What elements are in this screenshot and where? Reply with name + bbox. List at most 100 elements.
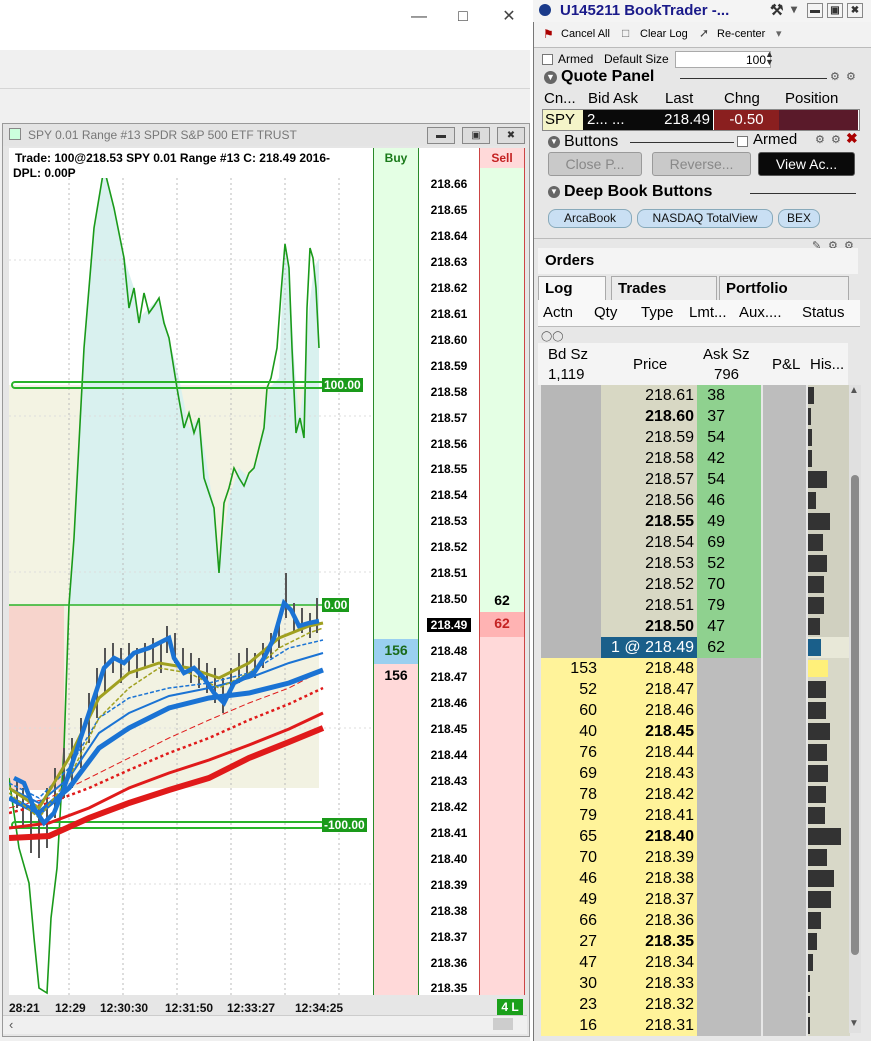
bid-size-cell[interactable]: 70 [541,847,601,868]
collapse-icon[interactable]: ▼ [544,71,557,84]
ladder-col-ask[interactable]: Ask Sz [703,346,750,363]
order-count-badge[interactable]: 4 L [497,999,523,1015]
bex-button[interactable]: BEX [778,209,820,228]
tab-log[interactable]: Log [538,276,606,300]
ask-size-cell[interactable] [697,973,761,994]
close-position-button[interactable]: Close P... [548,152,642,176]
collapse-icon[interactable]: ▼ [548,136,560,148]
ask-size-cell[interactable] [697,910,761,931]
bid-size-cell[interactable]: 23 [541,994,601,1015]
maximize-icon[interactable]: □ [443,6,483,28]
bid-size-cell[interactable] [541,490,601,511]
ladder-row[interactable]: 65 218.40 [538,826,850,847]
ask-size-cell[interactable]: 79 [697,595,761,616]
ask-size-cell[interactable]: 70 [697,574,761,595]
bid-size-cell[interactable]: 30 [541,973,601,994]
ladder-col-price[interactable]: Price [633,356,667,373]
arcabook-button[interactable]: ArcaBook [548,209,632,228]
bid-size-cell[interactable] [541,385,601,406]
price-cell[interactable]: 218.44 [601,742,697,763]
quote-row[interactable]: SPY 2... ... 218.49 -0.50 [542,109,860,131]
bid-size-cell[interactable]: 78 [541,784,601,805]
recenter-button[interactable]: Re-center [717,28,765,40]
chart-close-button[interactable]: ✖ [497,127,525,144]
orders-col-limit[interactable]: Lmt... [689,304,727,321]
ask-size-cell[interactable]: 52 [697,553,761,574]
clear-log-button[interactable]: Clear Log [640,28,688,40]
panel-settings-icon[interactable]: ⚙ [830,70,840,83]
ask-size-cell[interactable] [697,658,761,679]
chart-h-scrollbar[interactable]: ‹ [3,1015,527,1034]
bid-size-cell[interactable]: 60 [541,700,601,721]
price-cell[interactable]: 1 @ 218.49 [601,637,697,658]
ladder-row[interactable]: 46 218.38 [538,868,850,889]
ladder-row[interactable]: 218.61 38 [538,385,850,406]
price-cell[interactable]: 218.48 [601,658,697,679]
ladder-row[interactable]: 47 218.34 [538,952,850,973]
price-cell[interactable]: 218.39 [601,847,697,868]
scroll-thumb[interactable] [493,1018,513,1030]
bid-size-cell[interactable]: 76 [541,742,601,763]
price-cell[interactable]: 218.56 [601,490,697,511]
ask-size-cell[interactable]: 46 [697,490,761,511]
ask-size-cell[interactable] [697,742,761,763]
price-cell[interactable]: 218.50 [601,616,697,637]
buttons-close-icon[interactable]: ✖ [846,130,858,147]
orders-col-aux[interactable]: Aux.... [739,304,782,321]
size-stepper-icon[interactable]: ▲ ▼ [765,50,774,67]
ladder-row[interactable]: 76 218.44 [538,742,850,763]
orders-col-status[interactable]: Status [802,304,845,321]
ladder-row[interactable]: 23 218.32 [538,994,850,1015]
ladder-row[interactable]: 30 218.33 [538,973,850,994]
price-cell[interactable]: 218.34 [601,952,697,973]
ladder-row[interactable]: 70 218.39 [538,847,850,868]
nasdaq-totalview-button[interactable]: NASDAQ TotalView [637,209,773,228]
bt-restore-button[interactable]: ▣ [827,3,843,18]
price-cell[interactable]: 218.59 [601,427,697,448]
bid-size-cell[interactable] [541,469,601,490]
ask-size-cell[interactable]: 38 [697,385,761,406]
ladder-row[interactable]: 49 218.37 [538,889,850,910]
split-icon[interactable]: ◯◯ [541,331,563,342]
price-cell[interactable]: 218.54 [601,532,697,553]
ladder-row[interactable]: 27 218.35 [538,931,850,952]
bid-size-cell[interactable]: 40 [541,721,601,742]
ask-size-cell[interactable]: 37 [697,406,761,427]
price-cell[interactable]: 218.42 [601,784,697,805]
price-cell[interactable]: 218.51 [601,595,697,616]
buttons-settings-icon[interactable]: ⚙ [815,133,825,146]
ladder-col-pl[interactable]: P&L [772,356,800,373]
ask-size-cell[interactable] [697,763,761,784]
scroll-up-icon[interactable]: ▲ [849,385,859,396]
view-account-button[interactable]: View Ac... [758,152,855,176]
ask-size-cell[interactable] [697,868,761,889]
ladder-row-current[interactable]: 1 @ 218.49 62 [538,637,850,658]
reverse-position-button[interactable]: Reverse... [652,152,751,176]
bid-size-cell[interactable]: 47 [541,952,601,973]
bid-size-cell[interactable]: 69 [541,763,601,784]
price-cell[interactable]: 218.35 [601,931,697,952]
ladder-row[interactable]: 40 218.45 [538,721,850,742]
scroll-left-icon[interactable]: ‹ [9,1017,13,1032]
ladder-row[interactable]: 60 218.46 [538,700,850,721]
ladder-row[interactable]: 218.60 37 [538,406,850,427]
bid-size-cell[interactable]: 52 [541,679,601,700]
price-cell[interactable]: 218.32 [601,994,697,1015]
ladder-row[interactable]: 66 218.36 [538,910,850,931]
bid-size-cell[interactable] [541,595,601,616]
bid-size-cell[interactable]: 27 [541,931,601,952]
bt-minimize-button[interactable]: ▬ [807,3,823,18]
ask-size-cell[interactable] [697,700,761,721]
minimize-icon[interactable]: — [399,6,439,28]
bt-close-button[interactable]: ✖ [847,3,863,18]
bid-size-cell[interactable]: 153 [541,658,601,679]
recenter-dropdown-icon[interactable]: ▾ [776,27,782,40]
bid-size-cell[interactable] [541,406,601,427]
price-cell[interactable]: 218.53 [601,553,697,574]
buttons-config-icon[interactable]: ⚙ [831,133,841,146]
price-cell[interactable]: 218.60 [601,406,697,427]
ask-size-cell[interactable] [697,952,761,973]
ladder-row[interactable]: 218.52 70 [538,574,850,595]
ladder-row[interactable]: 218.55 49 [538,511,850,532]
cancel-all-button[interactable]: Cancel All [561,28,610,40]
